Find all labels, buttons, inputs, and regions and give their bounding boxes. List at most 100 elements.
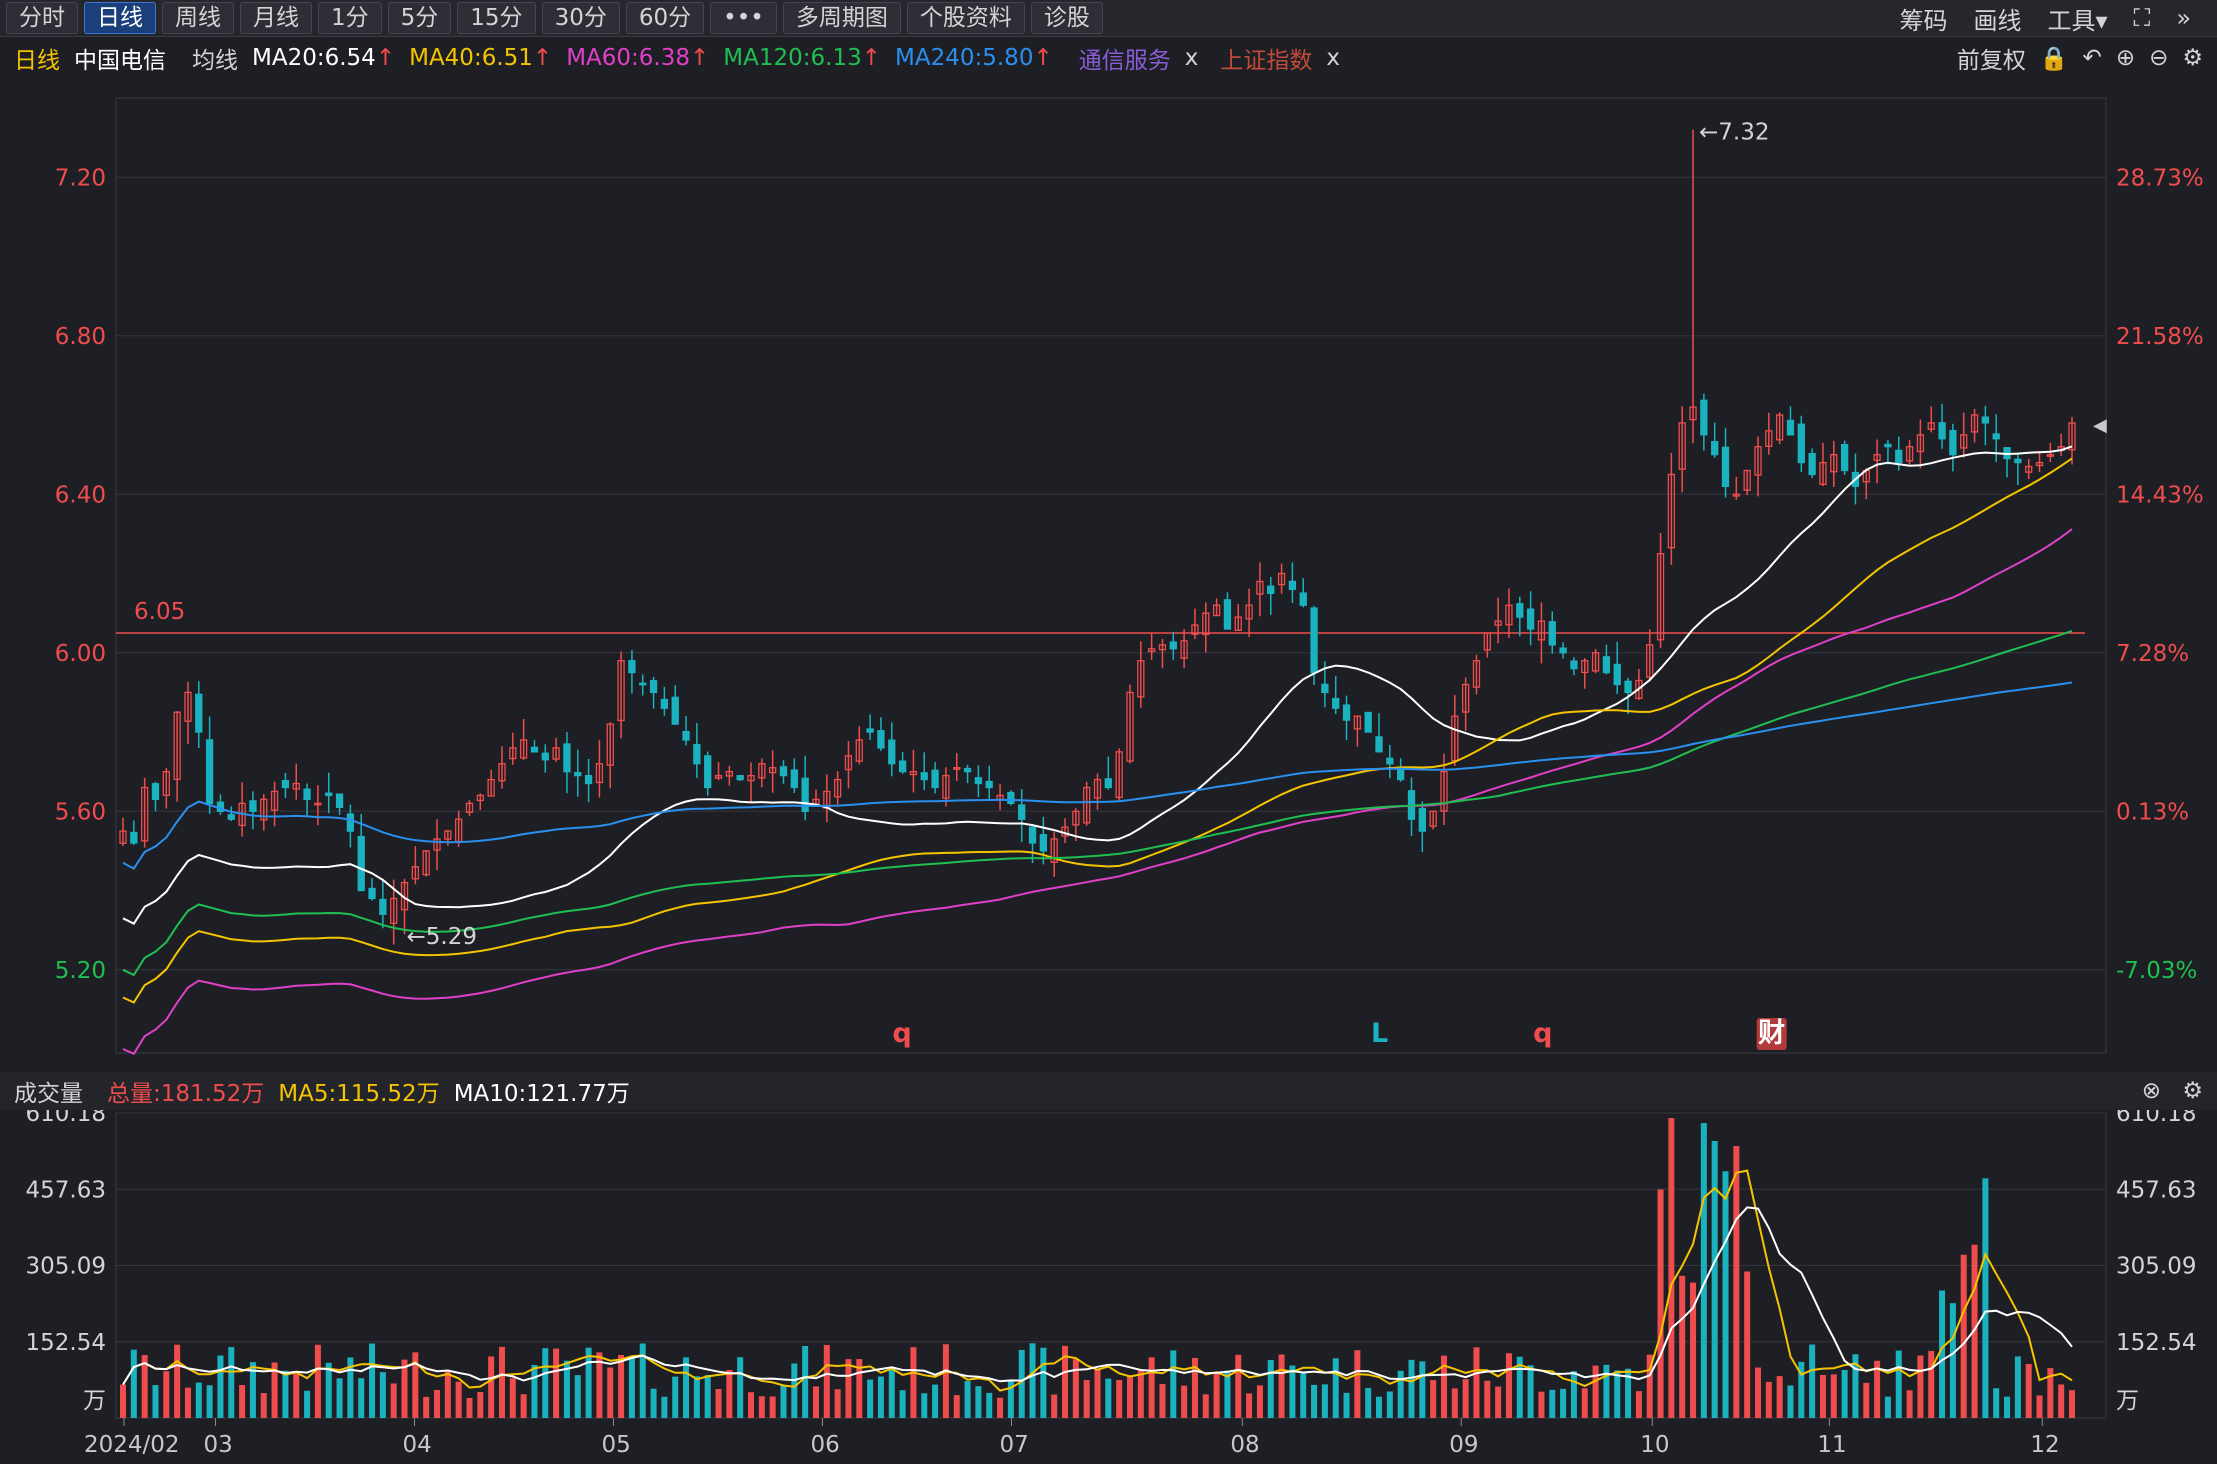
volume-bar	[2004, 1396, 2011, 1418]
volume-bar	[964, 1381, 971, 1418]
candle-body	[1992, 433, 2000, 440]
volume-ma5: MA5:115.52万	[278, 1081, 440, 1107]
volume-bar	[888, 1369, 895, 1418]
event-marker: q	[1533, 1018, 1552, 1049]
volume-bar	[791, 1363, 798, 1418]
volume-bar	[195, 1382, 202, 1418]
volume-bar	[1386, 1391, 1393, 1418]
volume-bar	[1700, 1123, 1707, 1418]
volume-bar	[488, 1356, 495, 1418]
candle-body	[790, 769, 798, 789]
volume-bar	[228, 1347, 235, 1418]
candle-body	[335, 793, 344, 808]
volume-bar	[1332, 1358, 1339, 1418]
volume-bar	[607, 1367, 614, 1418]
price-tick-label: 5.20	[55, 958, 106, 984]
x-axis-label: 10	[1640, 1432, 1669, 1458]
candle-body	[877, 730, 885, 749]
volume-bar	[444, 1371, 451, 1418]
candle-body	[346, 813, 355, 832]
volume-bar	[1289, 1365, 1296, 1418]
gear-icon[interactable]: ⚙	[2182, 1078, 2203, 1104]
event-marker: L	[1371, 1018, 1388, 1049]
volume-bar	[899, 1390, 906, 1418]
volume-bar	[574, 1375, 581, 1418]
volume-bar	[239, 1385, 246, 1418]
candle-body	[130, 831, 138, 844]
volume-bar	[1408, 1359, 1415, 1418]
volume-bar	[2058, 1384, 2065, 1418]
candle-body	[530, 746, 539, 753]
volume-bar	[737, 1357, 744, 1418]
x-axis-label: 09	[1449, 1432, 1478, 1458]
x-axis-label: 12	[2030, 1432, 2059, 1458]
volume-bar	[1776, 1376, 1783, 1418]
volume-bar	[921, 1393, 928, 1418]
x-axis-label: 05	[602, 1432, 631, 1458]
volume-bar	[1484, 1380, 1491, 1418]
pct-tick-label: 21.58%	[2116, 324, 2204, 350]
candle-body	[1516, 603, 1524, 618]
volume-bar	[498, 1346, 505, 1418]
volume-bar	[1311, 1384, 1318, 1418]
volume-bar	[1224, 1370, 1231, 1418]
volume-bar	[314, 1344, 321, 1418]
volume-bar	[2069, 1390, 2075, 1418]
volume-title: 成交量	[14, 1081, 83, 1107]
volume-bar	[390, 1383, 397, 1418]
candle-body	[1007, 791, 1015, 805]
candle-body	[1375, 736, 1383, 753]
candle-body	[963, 767, 972, 773]
volume-bar	[758, 1396, 765, 1418]
candle-body	[1624, 680, 1632, 694]
candle-body	[1018, 804, 1026, 820]
candle-body	[325, 792, 333, 797]
volume-bar	[1246, 1393, 1253, 1418]
reference-line-label: 6.05	[134, 599, 185, 625]
volume-bar	[1300, 1373, 1307, 1418]
volume-bar	[1505, 1353, 1512, 1418]
candle-body	[1104, 778, 1112, 789]
volume-bar	[1592, 1365, 1599, 1418]
candle-body	[1711, 441, 1719, 456]
x-axis-label: 04	[403, 1432, 432, 1458]
x-axis-label: 06	[810, 1432, 839, 1458]
kline-chart[interactable]: 7.20 28.73% 6.80 21.58% 6.40 14.43% 6.00 7.28% 5…	[0, 0, 2217, 1464]
volume-bar	[834, 1389, 841, 1418]
candle-body	[1949, 430, 1957, 456]
volume-bar	[1116, 1379, 1123, 1418]
volume-bar	[1354, 1350, 1361, 1418]
candle-body	[1559, 647, 1567, 654]
volume-bar	[585, 1347, 592, 1418]
volume-bar	[1105, 1378, 1112, 1418]
volume-tick-label-right: 305.09	[2116, 1254, 2196, 1280]
volume-bar	[953, 1395, 960, 1418]
volume-bar	[1744, 1271, 1751, 1418]
x-axis-label: 2024/02	[84, 1432, 180, 1458]
volume-bar	[661, 1396, 668, 1418]
volume-bar	[1430, 1380, 1437, 1418]
x-axis-label: 08	[1230, 1432, 1259, 1458]
volume-bar	[1181, 1385, 1188, 1418]
volume-bar	[726, 1369, 733, 1418]
volume-bar	[975, 1386, 982, 1418]
volume-bar	[379, 1372, 386, 1418]
volume-bar	[1213, 1373, 1220, 1418]
pct-tick-label: 28.73%	[2116, 165, 2204, 191]
volume-tick-label: 305.09	[26, 1254, 106, 1280]
price-tick-label: 7.20	[55, 165, 106, 191]
candle-body	[1602, 656, 1611, 674]
candle-body	[2014, 458, 2022, 464]
volume-bar	[1993, 1388, 2000, 1418]
low-annotation: ←5.29	[407, 924, 477, 950]
volume-bar	[672, 1376, 679, 1418]
volume-bar	[477, 1392, 484, 1418]
close-icon[interactable]: ⊗	[2142, 1078, 2161, 1104]
volume-bar	[120, 1384, 126, 1418]
candle-body	[249, 800, 257, 812]
pct-tick-label: 14.43%	[2116, 482, 2204, 508]
volume-bar	[986, 1392, 993, 1418]
volume-bar	[1278, 1354, 1285, 1418]
candle-body	[1386, 757, 1394, 765]
volume-bar	[780, 1385, 787, 1418]
